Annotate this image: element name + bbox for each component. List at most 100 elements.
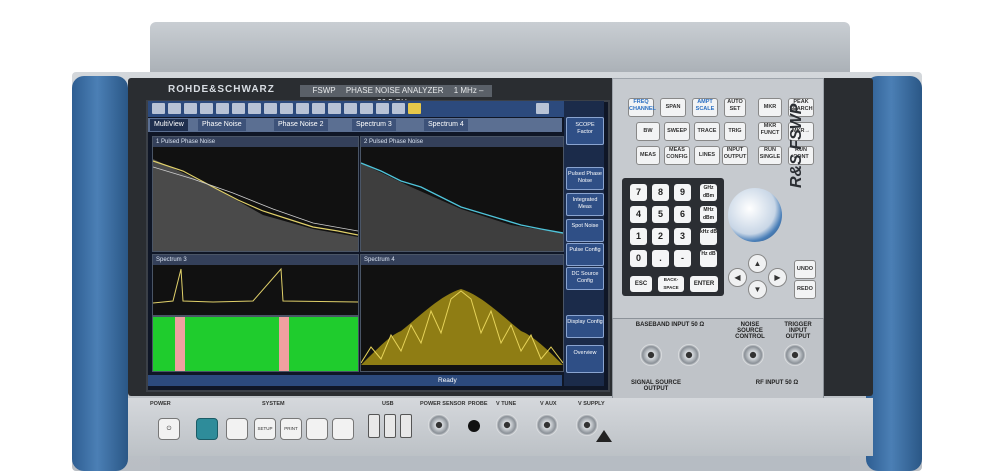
toolbar-icon[interactable] [328, 103, 341, 114]
toolbar-icon[interactable] [376, 103, 389, 114]
toolbar-icon[interactable] [344, 103, 357, 114]
freq-channel-key[interactable]: FREQ CHANNEL [628, 98, 656, 117]
key-1[interactable]: 1 [630, 228, 647, 245]
model-strip: FSWP PHASE NOISE ANALYZER 1 MHz – 26.5 G… [300, 85, 492, 107]
softkey-spot-noise[interactable]: Spot Noise [566, 219, 604, 242]
softkey-integrated-meas[interactable]: Integrated Meas [566, 193, 604, 216]
toolbar-icon[interactable] [232, 103, 245, 114]
key-6[interactable]: 6 [674, 206, 691, 223]
probe-connector[interactable] [468, 420, 480, 432]
display-toggle-button[interactable] [306, 418, 328, 440]
mode-button[interactable] [226, 418, 248, 440]
run-single-key[interactable]: RUN SINGLE [758, 146, 782, 165]
power-sensor-connector[interactable] [428, 414, 450, 436]
bw-key[interactable]: BW [636, 122, 660, 141]
trig-key[interactable]: TRIG [724, 122, 746, 141]
auto-set-key[interactable]: AUTO SET [724, 98, 746, 117]
toolbar-icon[interactable] [168, 103, 181, 114]
meas-config-key[interactable]: MEAS CONFIG [664, 146, 690, 165]
key-mhz[interactable]: MHz dBm [700, 206, 717, 223]
arrow-up-key[interactable]: ▲ [748, 254, 767, 273]
trace-key[interactable]: TRACE [694, 122, 720, 141]
v-supply-connector[interactable] [576, 414, 598, 436]
v-supply-label: V SUPPLY [578, 401, 605, 407]
usb-port[interactable] [384, 414, 396, 438]
toolbar-icon[interactable] [392, 103, 405, 114]
print-button[interactable]: PRINT [280, 418, 302, 440]
tab-spectrum-4[interactable]: Spectrum 4 [424, 119, 468, 131]
key-khz[interactable]: kHz dB [700, 228, 717, 245]
softkey-overview[interactable]: Overview [566, 345, 604, 373]
toolbar-icon[interactable] [296, 103, 309, 114]
sinc-envelope [361, 289, 563, 365]
undo-key[interactable]: UNDO [794, 260, 816, 279]
span-key[interactable]: SPAN [660, 98, 686, 117]
meas-key[interactable]: MEAS [636, 146, 660, 165]
usb-port[interactable] [400, 414, 412, 438]
noise-source-connector[interactable] [742, 344, 764, 366]
toolbar-icon[interactable] [200, 103, 213, 114]
rotary-knob[interactable] [728, 188, 782, 242]
preset-button[interactable] [196, 418, 218, 440]
softkey-dc-source-config[interactable]: DC Source Config [566, 267, 604, 290]
toolbar-icon[interactable] [264, 103, 277, 114]
v-tune-label: V TUNE [496, 401, 517, 407]
key-5[interactable]: 5 [652, 206, 669, 223]
mkr-funct-key[interactable]: MKR FUNCT [758, 122, 782, 141]
softkey-pulsed-phase-noise[interactable]: Pulsed Phase Noise [566, 167, 604, 190]
toolbar-icon[interactable] [312, 103, 325, 114]
toolbar-icon[interactable] [248, 103, 261, 114]
ampt-scale-key[interactable]: AMPT SCALE [692, 98, 718, 117]
redo-key[interactable]: REDO [794, 280, 816, 299]
key-0[interactable]: 0 [630, 250, 647, 267]
toolbar-icon[interactable] [408, 103, 421, 114]
window-toggle-button[interactable] [332, 418, 354, 440]
key-minus[interactable]: - [674, 250, 691, 267]
power-button[interactable]: ⏻ [158, 418, 180, 440]
v-aux-connector[interactable] [536, 414, 558, 436]
key-4[interactable]: 4 [630, 206, 647, 223]
baseband-i-connector[interactable] [640, 344, 662, 366]
tab-multiview[interactable]: MultiView [150, 119, 188, 131]
usb-port[interactable] [368, 414, 380, 438]
setup-button[interactable]: SETUP [254, 418, 276, 440]
arrow-down-key[interactable]: ▼ [748, 280, 767, 299]
backspace-key[interactable]: BACK-SPACE [658, 276, 684, 292]
key-8[interactable]: 8 [652, 184, 669, 201]
key-3[interactable]: 3 [674, 228, 691, 245]
tab-phase-noise-2[interactable]: Phase Noise 2 [274, 119, 328, 131]
toolbar-icon[interactable] [360, 103, 373, 114]
baseband-input-label: BASEBAND INPUT 50 Ω [635, 322, 705, 328]
toolbar-icon[interactable] [280, 103, 293, 114]
key-hz[interactable]: Hz dB [700, 250, 717, 267]
toolbar-icon[interactable] [536, 103, 549, 114]
baseband-q-connector[interactable] [678, 344, 700, 366]
key-decimal[interactable]: . [652, 250, 669, 267]
model-name: FSWP [312, 86, 336, 95]
softkey-display-config[interactable]: Display Config [566, 315, 604, 338]
trigger-connector[interactable] [784, 344, 806, 366]
tab-bar: MultiView Phase Noise Phase Noise 2 Spec… [148, 118, 562, 132]
sweep-key[interactable]: SWEEP [664, 122, 690, 141]
esc-key[interactable]: ESC [630, 276, 652, 292]
key-ghz[interactable]: GHz dBm [700, 184, 717, 201]
toolbar-icon[interactable] [152, 103, 165, 114]
v-tune-connector[interactable] [496, 414, 518, 436]
softkey-scope-factor[interactable]: SCOPE Factor [566, 117, 604, 145]
enter-key[interactable]: ENTER [690, 276, 718, 292]
tab-spectrum-3[interactable]: Spectrum 3 [352, 119, 396, 131]
arrow-left-key[interactable]: ◀ [728, 268, 747, 287]
key-9[interactable]: 9 [674, 184, 691, 201]
toolbar-icon[interactable] [216, 103, 229, 114]
input-output-key[interactable]: INPUT OUTPUT [722, 146, 748, 165]
lines-key[interactable]: LINES [694, 146, 720, 165]
v-aux-label: V AUX [540, 401, 557, 407]
toolbar-icon[interactable] [184, 103, 197, 114]
softkey-pulse-config[interactable]: Pulse Config [566, 243, 604, 266]
key-2[interactable]: 2 [652, 228, 669, 245]
tab-phase-noise[interactable]: Phase Noise [198, 119, 246, 131]
arrow-right-key[interactable]: ▶ [768, 268, 787, 287]
mkr-key[interactable]: MKR [758, 98, 782, 117]
spectrum-plot-3 [153, 267, 358, 304]
key-7[interactable]: 7 [630, 184, 647, 201]
